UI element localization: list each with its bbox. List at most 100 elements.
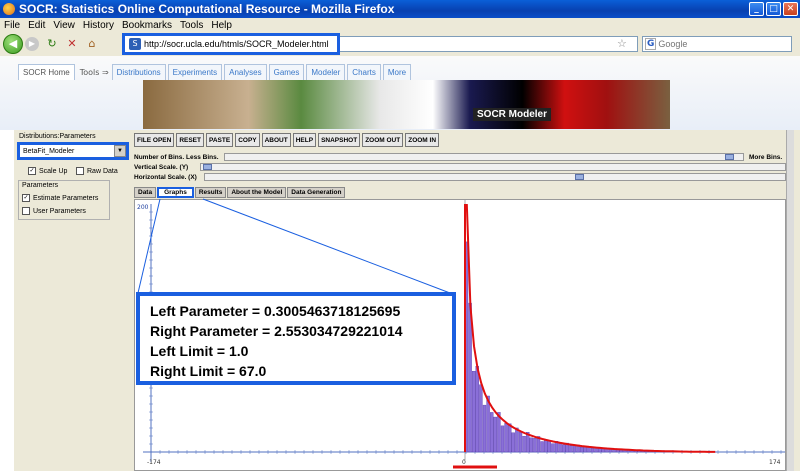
site-header: SOCR Home Tools ⇒ Distributions Experime… [0, 56, 800, 130]
tab-distributions[interactable]: Distributions [111, 64, 166, 80]
menu-help[interactable]: Help [207, 20, 236, 31]
url-bar[interactable]: S [122, 33, 340, 55]
estimate-params-checkbox[interactable]: ✓ Estimate Parameters [22, 194, 98, 202]
empty-checkbox-icon[interactable] [76, 167, 84, 175]
distribution-sidebar: Distributions:Parameters BetaFit_Modeler… [14, 130, 130, 471]
home-icon[interactable]: ⌂ [85, 37, 99, 51]
url-input[interactable] [144, 39, 334, 49]
model-select[interactable]: BetaFit_Modeler ▼ [17, 142, 129, 160]
bins-slider-row: Number of Bins. Less Bins. More Bins. [134, 153, 794, 162]
bookmark-star-icon[interactable]: ☆ [617, 37, 627, 50]
close-button[interactable]: ✕ [783, 2, 798, 16]
paste-button[interactable]: PASTE [205, 133, 234, 147]
forward-arrow-icon[interactable]: ▶ [25, 37, 39, 51]
right-parameter: Right Parameter = 2.553034729221014 [150, 323, 403, 339]
y-top-label: 200 [137, 204, 149, 211]
fit-results-box: Left Parameter = 0.3005463718125695 Righ… [136, 292, 456, 385]
menu-file[interactable]: File [0, 20, 24, 31]
tab-graphs[interactable]: Graphs [157, 187, 194, 198]
histogram-bar [482, 404, 487, 453]
reset-button[interactable]: RESET [176, 133, 204, 147]
fit-curve [465, 203, 716, 453]
histogram-bar [504, 423, 508, 453]
histogram-bar [572, 445, 577, 453]
reload-icon[interactable]: ↻ [45, 37, 59, 51]
window-title: SOCR: Statistics Online Computational Re… [19, 2, 395, 16]
user-params-label: User Parameters [33, 207, 86, 215]
bins-more-label: More Bins. [749, 154, 783, 161]
menu-view[interactable]: View [49, 20, 79, 31]
vscale-slider-row: Vertical Scale. (Y) [134, 163, 794, 172]
tab-data-generation[interactable]: Data Generation [287, 187, 346, 198]
tab-about-model[interactable]: About the Model [227, 187, 287, 198]
checkmark-icon[interactable]: ✓ [28, 167, 36, 175]
scale-up-checkbox[interactable]: ✓ Scale Up [28, 167, 67, 175]
maximize-button[interactable]: □ [766, 2, 781, 16]
snapshot-button[interactable]: SNAPSHOT [318, 133, 361, 147]
raw-data-label: Raw Data [87, 167, 118, 175]
hscale-slider-row: Horizontal Scale. (X) [134, 173, 794, 182]
histogram-bar [500, 425, 505, 453]
about-button[interactable]: ABOUT [261, 133, 291, 147]
parameters-title: Parameters [22, 182, 59, 189]
histogram-bar [544, 439, 548, 453]
file-open-button[interactable]: FILE OPEN [134, 133, 175, 147]
empty-checkbox-icon[interactable] [22, 207, 30, 215]
hscale-slider[interactable] [204, 173, 786, 181]
url-bar-extension[interactable] [340, 36, 638, 52]
tab-socr-home[interactable]: SOCR Home [18, 64, 75, 80]
histogram-bar [558, 443, 562, 453]
menu-tools[interactable]: Tools [176, 20, 207, 31]
tab-games[interactable]: Games [268, 64, 305, 80]
vscale-slider-thumb[interactable] [203, 164, 212, 170]
google-icon: G [645, 38, 657, 50]
left-parameter: Left Parameter = 0.3005463718125695 [150, 303, 401, 319]
histogram-bar [533, 438, 537, 453]
modeler-toolbar: FILE OPEN RESET PASTE COPY ABOUT HELP SN… [134, 133, 440, 147]
histogram-bar [580, 447, 584, 453]
tab-data[interactable]: Data [134, 187, 157, 198]
tab-results[interactable]: Results [194, 187, 227, 198]
help-button[interactable]: HELP [292, 133, 317, 147]
histogram-bar [511, 432, 515, 453]
zoom-out-button[interactable]: ZOOM OUT [362, 133, 404, 147]
parameters-group: Parameters ✓ Estimate Parameters User Pa… [18, 180, 110, 220]
menu-history[interactable]: History [79, 20, 118, 31]
zoom-in-button[interactable]: ZOOM IN [405, 133, 440, 147]
scale-up-label: Scale Up [39, 167, 68, 175]
x-left-label: -174 [147, 459, 161, 466]
checkmark-icon[interactable]: ✓ [22, 194, 30, 202]
x-right-label: 174 [769, 459, 781, 466]
vertical-scrollbar[interactable] [786, 130, 794, 471]
hscale-slider-label: Horizontal Scale. (X) [134, 174, 197, 181]
bins-slider-label: Number of Bins. Less Bins. [134, 154, 219, 161]
right-limit: Right Limit = 67.0 [150, 363, 267, 379]
bins-slider[interactable] [224, 153, 744, 161]
tab-charts[interactable]: Charts [347, 64, 381, 80]
hscale-slider-thumb[interactable] [575, 174, 584, 180]
site-nav-tabs: SOCR Home Tools ⇒ Distributions Experime… [18, 64, 413, 80]
search-input[interactable] [658, 39, 759, 49]
search-box[interactable]: G [642, 36, 792, 52]
histogram-bar [493, 416, 497, 453]
stop-icon[interactable]: ✕ [65, 37, 79, 51]
left-limit: Left Limit = 1.0 [150, 343, 249, 359]
back-arrow-icon[interactable]: ◀ [3, 34, 23, 54]
histogram-bar [547, 440, 551, 453]
tab-more[interactable]: More [382, 64, 412, 80]
menu-edit[interactable]: Edit [24, 20, 49, 31]
histogram-bar [490, 412, 494, 453]
tab-experiments[interactable]: Experiments [167, 64, 223, 80]
navigation-toolbar: ◀ ▶ ↻ ✕ ⌂ S ☆ G [0, 32, 800, 56]
dropdown-arrow-icon[interactable]: ▼ [114, 145, 126, 157]
tab-analyses[interactable]: Analyses [224, 64, 267, 80]
tab-modeler[interactable]: Modeler [306, 64, 346, 80]
site-favicon: S [129, 38, 141, 50]
copy-button[interactable]: COPY [235, 133, 260, 147]
bins-slider-thumb[interactable] [725, 154, 734, 160]
vscale-slider[interactable] [200, 163, 786, 171]
raw-data-checkbox[interactable]: Raw Data [76, 167, 118, 175]
minimize-button[interactable]: _ [749, 2, 764, 16]
menu-bookmarks[interactable]: Bookmarks [118, 20, 176, 31]
user-params-checkbox[interactable]: User Parameters [22, 207, 86, 215]
